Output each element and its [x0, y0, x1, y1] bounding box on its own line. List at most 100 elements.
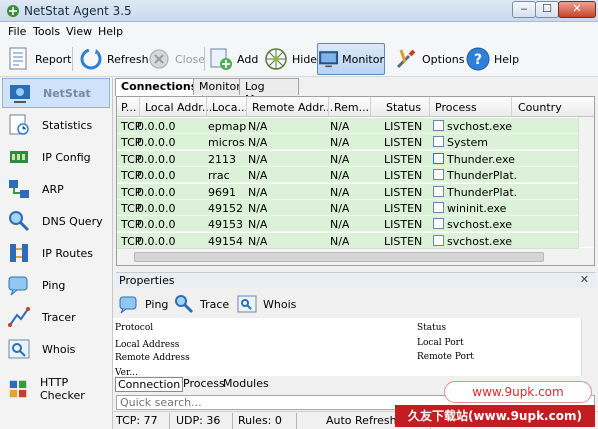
table-row[interactable]: TCP 0.0.0.0 49152 N/A N/A LISTEN wininit.exe — [117, 200, 580, 216]
cell-status: LISTEN — [384, 120, 423, 133]
tab-modules[interactable]: Modules — [221, 377, 271, 390]
ping-icon — [8, 276, 28, 296]
hide-button[interactable]: Hide — [263, 43, 317, 75]
maximize-button[interactable]: ☐ — [535, 1, 559, 18]
column-remote-address[interactable]: Remote Addr... — [252, 101, 333, 114]
cell-remote-address: N/A — [248, 218, 268, 232]
tab-log-manager[interactable]: Log Manager — [239, 78, 300, 106]
cell-remote-port: N/A — [330, 234, 350, 248]
column-status[interactable]: Status — [386, 101, 421, 114]
help-button[interactable]: ? Help — [465, 43, 519, 75]
column-process[interactable]: Process — [435, 101, 477, 114]
cell-local-address: 0.0.0.0 — [137, 218, 176, 232]
cell-remote-port: N/A — [330, 136, 350, 150]
sidebar-item-whois[interactable]: Whois — [2, 334, 110, 364]
status-tcp-count: TCP: 77 — [113, 413, 170, 429]
close-connection-icon — [149, 49, 169, 69]
properties-title: Properties — [119, 274, 175, 287]
menu-tools[interactable]: Tools — [33, 25, 60, 38]
sidebar-item-ip-config[interactable]: IP Config — [2, 142, 110, 172]
sidebar-item-statistics[interactable]: Statistics — [2, 110, 110, 140]
watermark-site: 久友下载站(www.9upk.com) — [395, 405, 595, 427]
properties-content: Protocol Status Local Address Local Port… — [113, 318, 595, 376]
refresh-button[interactable]: Refresh — [78, 43, 149, 75]
options-button[interactable]: Options — [393, 43, 464, 75]
watermark-url: www.9upk.com — [444, 381, 592, 403]
cell-process: svchost.exe — [447, 234, 513, 248]
cell-process: svchost.exe — [447, 218, 513, 232]
cell-process: Thunder.exe — [447, 152, 515, 166]
add-button[interactable]: Add — [208, 43, 258, 75]
trace-tool-button[interactable]: Trace — [173, 292, 229, 316]
tracer-icon — [8, 307, 30, 327]
tab-connections[interactable]: Connections — [115, 78, 204, 96]
cell-process: wininit.exe — [447, 202, 507, 215]
menu-file[interactable]: File — [8, 25, 26, 38]
cell-local-address: 0.0.0.0 — [137, 152, 176, 166]
cell-status: LISTEN — [384, 152, 423, 166]
cell-status: LISTEN — [384, 202, 423, 215]
column-local-address[interactable]: Local Addr... — [145, 101, 212, 114]
cell-local-port: 49154 — [208, 234, 243, 248]
column-remote-port[interactable]: Rem... — [334, 101, 369, 114]
properties-close-icon[interactable]: ✕ — [580, 273, 589, 286]
cell-remote-port: N/A — [330, 169, 350, 183]
close-button[interactable]: Close — [146, 43, 205, 75]
column-local-port[interactable]: Loca... — [212, 101, 248, 114]
process-icon — [433, 202, 444, 213]
menu-view[interactable]: View — [66, 25, 92, 38]
table-row[interactable]: TCP 0.0.0.0 2113 N/A N/A LISTEN Thunder.exe — [117, 150, 580, 167]
cell-status: LISTEN — [384, 234, 423, 248]
cell-process: System — [447, 136, 489, 150]
cell-local-port: rrac — [208, 169, 230, 183]
cell-remote-port: N/A — [330, 202, 350, 215]
cell-remote-address: N/A — [248, 120, 268, 133]
status-udp-count: UDP: 36 — [173, 413, 233, 429]
help-icon: ? — [466, 47, 490, 71]
sidebar-item-dns-query[interactable]: DNS Query — [2, 206, 110, 236]
sidebar-item-ip-routes[interactable]: IP Routes — [2, 238, 110, 268]
whois-icon — [8, 339, 30, 359]
table-row[interactable]: TCP 0.0.0.0 rrac N/A N/A LISTEN ThunderPlat... — [117, 167, 580, 184]
monitor-button[interactable]: Monitor — [317, 43, 385, 75]
cell-remote-address: N/A — [248, 169, 268, 183]
column-country[interactable]: Country — [518, 101, 562, 114]
vertical-scrollbar[interactable] — [578, 117, 594, 247]
cell-local-address: 0.0.0.0 — [137, 136, 176, 150]
connections-table: P... Local Addr... Loca... Remote Addr..… — [116, 96, 595, 266]
sidebar-item-http-checker[interactable]: HTTP Checker — [2, 374, 110, 404]
report-button[interactable]: Report — [6, 43, 71, 75]
app-icon — [7, 5, 19, 17]
sidebar-item-netstat[interactable]: NetStat — [2, 78, 110, 108]
table-row[interactable]: TCP 0.0.0.0 49153 N/A N/A LISTEN svchost.exe — [117, 216, 580, 233]
toolbar: Report Refresh Close Add Hide Monitor Op… — [0, 41, 598, 77]
sidebar-item-arp[interactable]: ARP — [2, 174, 110, 204]
status-rules-count: Rules: 0 — [235, 413, 297, 429]
menu-help[interactable]: Help — [98, 25, 123, 38]
field-status: Status — [417, 323, 447, 333]
properties-scrollbar[interactable] — [581, 318, 595, 376]
cell-remote-port: N/A — [330, 152, 350, 166]
sidebar-item-ping[interactable]: Ping — [2, 270, 110, 300]
arp-icon — [9, 180, 29, 198]
table-row[interactable]: TCP 0.0.0.0 49154 N/A N/A LISTEN svchost.exe — [117, 232, 580, 249]
minimize-button[interactable]: ‒ — [512, 1, 536, 18]
table-row[interactable]: TCP0.0.0.0micros...N/AN/ALISTENSystem — [117, 134, 580, 151]
close-window-button[interactable]: ✕ — [558, 1, 596, 18]
whois-tool-button[interactable]: Whois — [236, 292, 296, 316]
ping-tool-button[interactable]: Ping — [118, 292, 168, 316]
column-protocol[interactable]: P... — [121, 101, 136, 114]
tab-process[interactable]: Process — [181, 377, 227, 390]
field-partial: Ver... — [115, 368, 138, 376]
dns-query-icon — [9, 211, 30, 232]
scrollbar-thumb[interactable] — [134, 252, 544, 262]
whois-icon — [237, 295, 257, 313]
tab-connection[interactable]: Connection — [115, 377, 184, 392]
cell-local-address: 0.0.0.0 — [137, 234, 176, 248]
table-row[interactable]: TCP 0.0.0.0 epmap N/A N/A LISTEN svchost.exe — [117, 118, 580, 134]
horizontal-scrollbar[interactable] — [117, 248, 580, 265]
svg-text:?: ? — [474, 52, 482, 68]
table-row[interactable]: TCP 0.0.0.0 9691 N/A N/A LISTEN ThunderPlat... — [117, 183, 580, 200]
cell-status: LISTEN — [384, 218, 423, 232]
sidebar-item-tracer[interactable]: Tracer — [2, 302, 110, 332]
